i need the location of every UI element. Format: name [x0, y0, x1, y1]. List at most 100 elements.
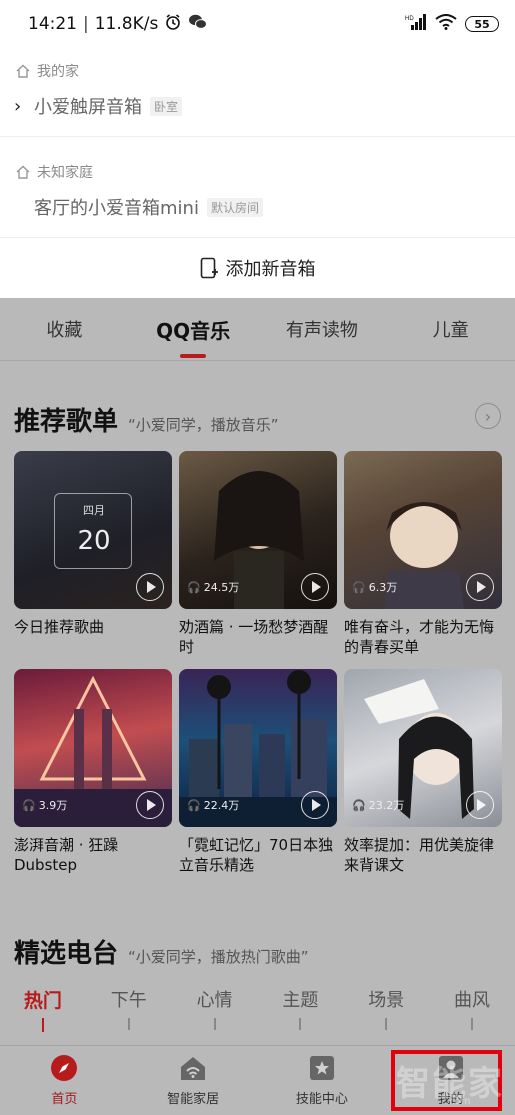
play-count: 🎧 6.3万 — [352, 580, 398, 595]
play-count: 🎧 22.4万 — [187, 798, 240, 813]
divider — [0, 136, 515, 137]
playlist-card[interactable]: 🎧 23.2万 效率提加：用优美旋律来背课文 — [344, 669, 502, 879]
radio-tab-scene[interactable]: 场景 — [343, 986, 429, 1016]
headphones-icon: 🎧 — [352, 798, 366, 812]
playlist-cover: 🎧 6.3万 — [344, 451, 502, 609]
wechat-icon — [188, 13, 208, 36]
nav-smart-home[interactable]: 智能家居 — [129, 1046, 258, 1115]
category-tabs: 收藏 QQ音乐 有声读物 儿童 — [0, 298, 515, 360]
play-icon[interactable] — [301, 791, 329, 819]
play-count: 🎧 24.5万 — [187, 580, 240, 595]
tick — [86, 1018, 172, 1032]
playlist-title: 「霓虹记忆」70日本独立音乐精选 — [179, 836, 334, 874]
tab-favorites[interactable]: 收藏 — [0, 298, 129, 360]
content-overlay[interactable]: 收藏 QQ音乐 有声读物 儿童 推荐歌单 “小爱同学，播放音乐” › 四月 20… — [0, 298, 515, 1045]
home-header: 未知家庭 — [0, 157, 515, 187]
calendar-month: 四月 — [83, 504, 105, 517]
status-bar: 14:21 | 11.8K/s HD 55 — [0, 0, 515, 48]
tabs-divider — [0, 360, 515, 361]
tick — [172, 1018, 258, 1032]
compass-icon — [50, 1054, 78, 1082]
tab-audiobooks[interactable]: 有声读物 — [258, 298, 387, 360]
play-count: 🎧 23.2万 — [352, 798, 405, 813]
battery-indicator: 55 — [465, 16, 499, 32]
section-title: 推荐歌单 — [14, 407, 119, 437]
calendar-graphic: 四月 20 — [54, 493, 132, 569]
add-speaker-label: 添加新音箱 — [225, 259, 316, 280]
play-icon[interactable] — [301, 573, 329, 601]
signal-icon: HD — [405, 13, 427, 35]
nav-home[interactable]: 首页 — [0, 1046, 129, 1115]
headphones-icon: 🎧 — [22, 798, 36, 812]
device-name: 客厅的小爱音箱mini — [34, 198, 199, 219]
home-header: 我的家 — [0, 56, 515, 86]
device-panel: 我的家 › 小爱触屏音箱 卧室 未知家庭 客厅的小爱音箱mini 默认房间 添加… — [0, 48, 515, 298]
playlist-cover: 🎧 22.4万 — [179, 669, 337, 827]
tick — [343, 1018, 429, 1032]
radio-tab-genre[interactable]: 曲风 — [429, 986, 515, 1016]
tab-children[interactable]: 儿童 — [386, 298, 515, 360]
room-tag: 卧室 — [150, 96, 183, 116]
more-playlists-button[interactable]: › — [475, 403, 501, 429]
play-icon[interactable] — [466, 791, 494, 819]
add-speaker-button[interactable]: 添加新音箱 — [0, 238, 515, 298]
play-count: 🎧 3.9万 — [22, 798, 68, 813]
radio-tab-hot[interactable]: 热门 — [0, 986, 86, 1016]
play-icon[interactable] — [136, 573, 164, 601]
star-box-icon — [308, 1054, 336, 1082]
chevron-right-icon: › — [484, 406, 492, 426]
playlist-title: 澎湃音潮 · 狂躁Dubstep — [14, 836, 119, 874]
playlist-title: 劝酒篇 · 一场愁梦酒醒时 — [179, 618, 329, 656]
recommended-header: 推荐歌单 “小爱同学，播放音乐” — [14, 401, 279, 438]
home-icon — [16, 64, 30, 78]
playlist-card[interactable]: 🎧 22.4万 「霓虹记忆」70日本独立音乐精选 — [179, 669, 337, 879]
playlist-card[interactable]: 🎧 6.3万 唯有奋斗，才能为无悔的青春买单 — [344, 451, 502, 661]
playlist-cover: 🎧 3.9万 — [14, 669, 172, 827]
add-device-icon — [200, 257, 218, 279]
network-speed: 11.8K/s — [94, 14, 159, 34]
svg-text:HD: HD — [405, 16, 414, 22]
playlist-cover: 🎧 23.2万 — [344, 669, 502, 827]
status-separator: | — [83, 14, 89, 34]
playlist-card[interactable]: 🎧 3.9万 澎湃音潮 · 狂躁Dubstep — [14, 669, 172, 879]
device-name: 小爱触屏音箱 — [34, 97, 142, 118]
room-tag: 默认房间 — [206, 197, 263, 217]
nav-skills[interactable]: 技能中心 — [258, 1046, 387, 1115]
playlist-title: 唯有奋斗，才能为无悔的青春买单 — [344, 618, 495, 656]
headphones-icon: 🎧 — [352, 580, 366, 594]
radio-tab-mood[interactable]: 心情 — [172, 986, 258, 1016]
nav-label: 首页 — [51, 1092, 78, 1107]
section-subtitle: “小爱同学，播放音乐” — [128, 416, 279, 434]
home-name: 我的家 — [37, 64, 79, 80]
wifi-icon — [435, 13, 457, 35]
nav-label: 智能家居 — [167, 1092, 220, 1107]
alarm-icon — [164, 13, 182, 36]
playlist-card[interactable]: 🎧 24.5万 劝酒篇 · 一场愁梦酒醒时 — [179, 451, 337, 661]
nav-label: 技能中心 — [295, 1092, 348, 1107]
chevron-right-icon: › — [14, 95, 22, 117]
play-icon[interactable] — [136, 791, 164, 819]
smart-home-icon — [179, 1054, 207, 1082]
section-title: 精选电台 — [14, 939, 119, 969]
playlist-title: 效率提加：用优美旋律来背课文 — [344, 836, 495, 874]
playlist-grid: 四月 20 今日推荐歌曲 🎧 24.5万 劝酒篇 · 一场愁梦酒醒时 🎧 6.3… — [14, 451, 502, 879]
playlist-cover: 🎧 24.5万 — [179, 451, 337, 609]
radio-header: 精选电台 “小爱同学，播放热门歌曲” — [14, 933, 309, 970]
play-icon[interactable] — [466, 573, 494, 601]
tick — [429, 1018, 515, 1032]
tick — [257, 1018, 343, 1032]
home-name: 未知家庭 — [37, 165, 93, 181]
playlist-card[interactable]: 四月 20 今日推荐歌曲 — [14, 451, 172, 661]
status-time: 14:21 — [28, 14, 77, 34]
home-icon — [16, 165, 30, 179]
home-group-unknown: 未知家庭 客厅的小爱音箱mini 默认房间 — [0, 157, 515, 227]
section-subtitle: “小爱同学，播放热门歌曲” — [128, 948, 309, 966]
tab-qq-music[interactable]: QQ音乐 — [129, 298, 258, 360]
radio-tab-theme[interactable]: 主题 — [257, 986, 343, 1016]
tick — [0, 1018, 86, 1032]
device-row-touch-speaker[interactable]: › 小爱触屏音箱 卧室 — [0, 86, 515, 126]
playlist-title: 今日推荐歌曲 — [14, 618, 105, 636]
radio-tab-afternoon[interactable]: 下午 — [86, 986, 172, 1016]
device-row-mini-speaker[interactable]: 客厅的小爱音箱mini 默认房间 — [0, 187, 515, 227]
watermark-url: .com — [446, 1096, 471, 1107]
